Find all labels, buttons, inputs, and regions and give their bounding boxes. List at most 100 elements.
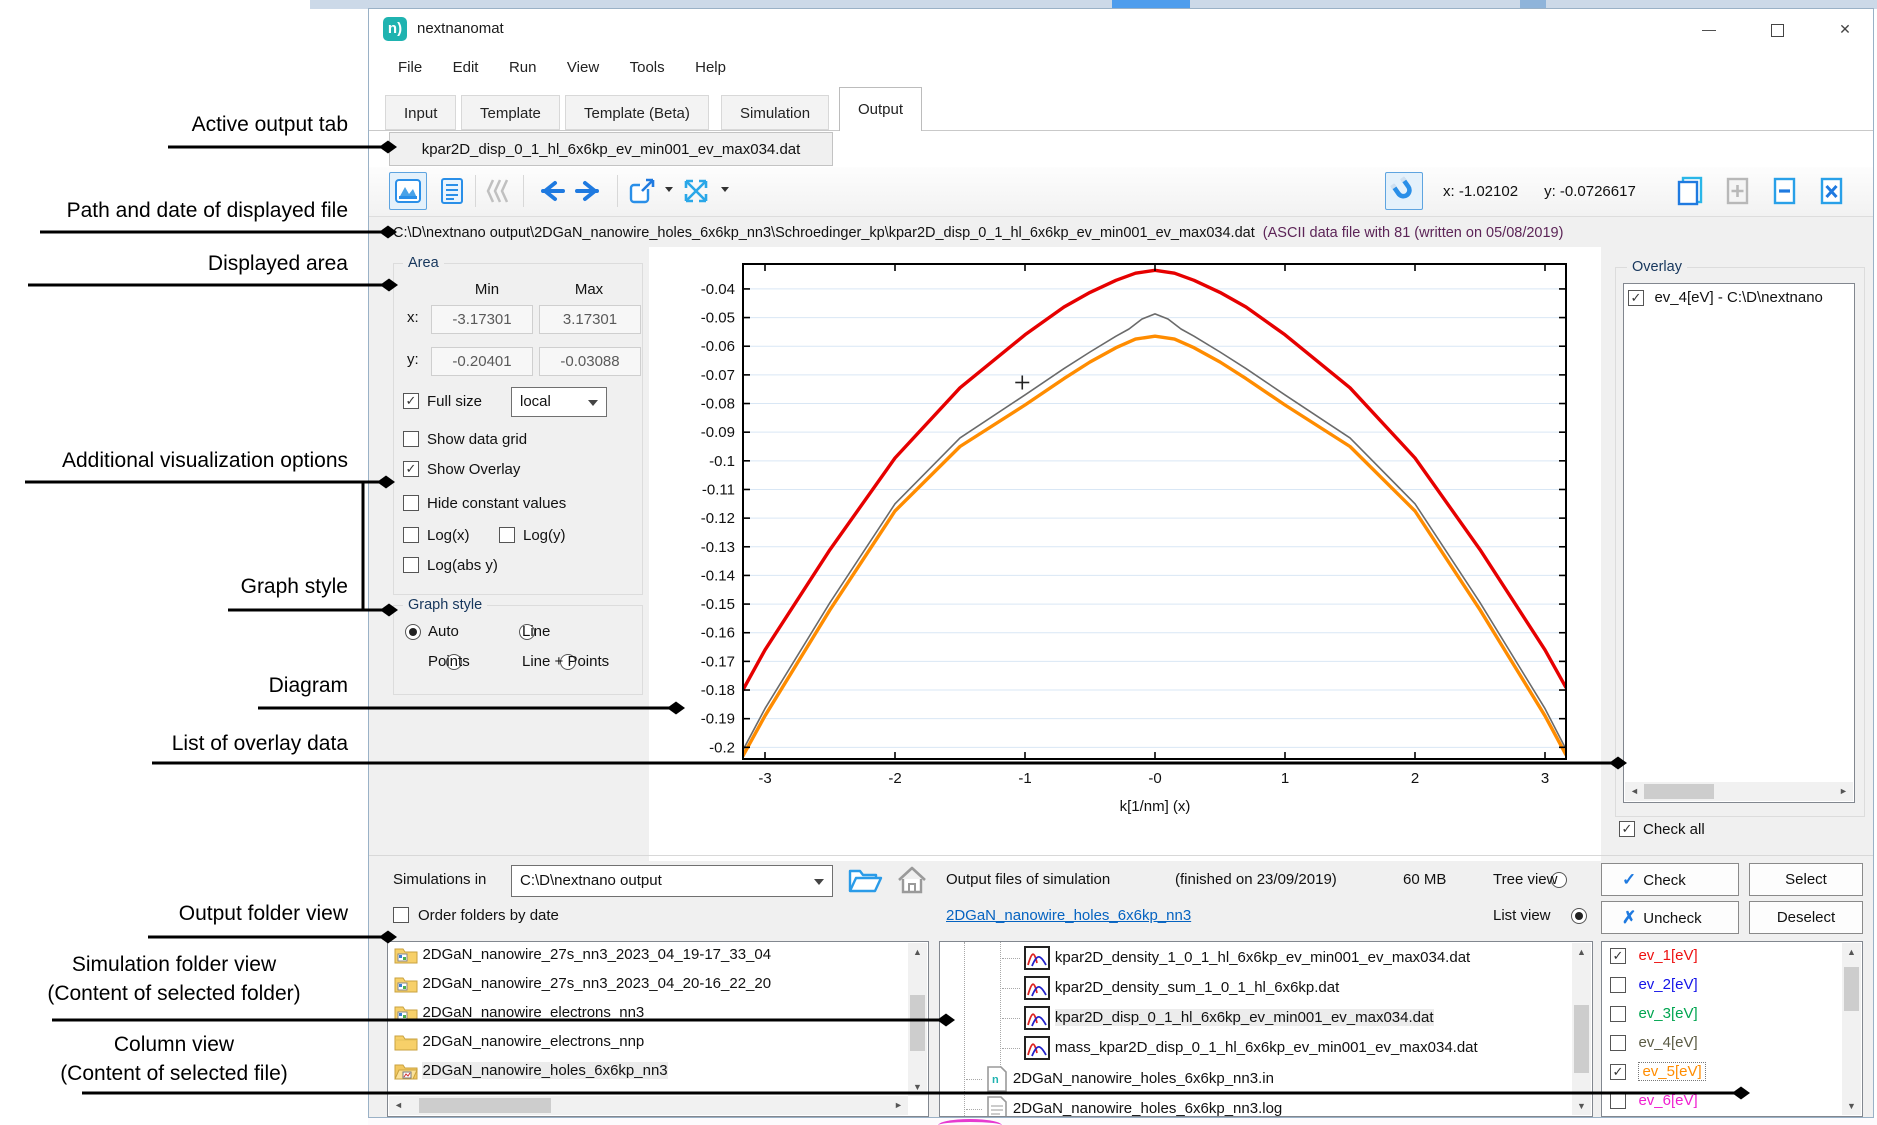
deselect-button[interactable]: Deselect: [1749, 901, 1863, 934]
folder-row[interactable]: 2DGaN_nanowire_27s_nn3_2023_04_20-16_22_…: [394, 974, 771, 1002]
ev-checkbox[interactable]: [1610, 948, 1626, 964]
text-view-button[interactable]: [433, 172, 471, 210]
dispersion-chart[interactable]: -0.04-0.05-0.06-0.07-0.08-0.09-0.1-0.11-…: [649, 247, 1601, 861]
ev-row[interactable]: ev_2[eV]: [1610, 976, 1698, 1002]
menu-tools[interactable]: Tools: [617, 49, 678, 87]
list-view-radio[interactable]: [1571, 908, 1587, 924]
ev-row[interactable]: ev_6[eV]: [1610, 1092, 1698, 1117]
scroll-left-arrow[interactable]: ◄: [1625, 782, 1644, 800]
show-overlay-checkbox[interactable]: [403, 461, 419, 477]
remove-page-button[interactable]: [1765, 172, 1803, 210]
order-folders-checkbox[interactable]: [393, 907, 409, 923]
tab-output[interactable]: Output: [839, 87, 922, 131]
tab-simulation[interactable]: Simulation: [721, 95, 829, 130]
ev-row[interactable]: ev_3[eV]: [1610, 1005, 1698, 1031]
folder-row[interactable]: 2DGaN_nanowire_27s_nn3_2023_04_19-17_33_…: [394, 945, 771, 973]
area-x-max-field[interactable]: 3.17301: [539, 305, 641, 334]
home-button[interactable]: [895, 865, 929, 895]
new-page-button[interactable]: [1671, 172, 1709, 210]
folder-row[interactable]: 2DGaN_nanowire_electrons_nnp: [394, 1032, 644, 1060]
folder-list-hscrollbar[interactable]: ◄ ►: [389, 1096, 908, 1115]
scroll-right-arrow[interactable]: ►: [889, 1096, 908, 1114]
log-y-checkbox[interactable]: [499, 527, 515, 543]
area-x-min-field[interactable]: -3.17301: [431, 305, 533, 334]
menu-edit[interactable]: Edit: [440, 49, 492, 87]
simulation-file-list[interactable]: kpar2D_density_1_0_1_hl_6x6kp_ev_min001_…: [939, 941, 1593, 1117]
check-button[interactable]: ✓Check: [1601, 863, 1739, 896]
full-size-checkbox[interactable]: [403, 393, 419, 409]
export-button[interactable]: [623, 172, 661, 210]
previous-button[interactable]: [529, 172, 567, 210]
scroll-left-arrow[interactable]: ◄: [389, 1096, 408, 1114]
area-y-max-field[interactable]: -0.03088: [539, 347, 641, 376]
graph-view-button[interactable]: [389, 172, 427, 210]
file-list-vscrollbar[interactable]: ▲ ▼: [1572, 943, 1591, 1115]
close-button[interactable]: ✕: [1825, 13, 1865, 45]
tab-input[interactable]: Input: [385, 95, 456, 130]
ev-checkbox[interactable]: [1610, 1006, 1626, 1022]
menu-file[interactable]: File: [385, 49, 435, 87]
show-data-grid-checkbox[interactable]: [403, 431, 419, 447]
maximize-button[interactable]: [1757, 13, 1797, 45]
hide-constant-checkbox[interactable]: [403, 495, 419, 511]
fullscreen-button[interactable]: [677, 172, 715, 210]
folder-row[interactable]: 2DGaN_nanowire_electrons_nn3: [394, 1003, 644, 1031]
menu-view[interactable]: View: [554, 49, 612, 87]
open-folder-button[interactable]: [847, 865, 883, 895]
style-auto-radio[interactable]: [405, 624, 421, 640]
scroll-up-arrow[interactable]: ▲: [1572, 943, 1591, 961]
scroll-down-arrow[interactable]: ▼: [908, 1078, 927, 1096]
simulation-link[interactable]: 2DGaN_nanowire_holes_6x6kp_nn3: [946, 907, 1191, 924]
scroll-up-arrow[interactable]: ▲: [908, 943, 927, 961]
scale-select[interactable]: local: [511, 387, 607, 417]
overlay-list-item[interactable]: ev_4[eV] - C:\D\nextnano: [1628, 289, 1823, 307]
column-list-vscrollbar[interactable]: ▲ ▼: [1842, 943, 1861, 1115]
file-row[interactable]: mass_kpar2D_disp_0_1_hl_6x6kp_ev_min001_…: [1002, 1036, 1478, 1064]
scrollbar-thumb[interactable]: [1844, 967, 1859, 1011]
ev-checkbox[interactable]: [1610, 1035, 1626, 1051]
overlay-horizontal-scrollbar[interactable]: ◄ ►: [1625, 782, 1853, 801]
area-y-min-field[interactable]: -0.20401: [431, 347, 533, 376]
log-x-checkbox[interactable]: [403, 527, 419, 543]
column-list[interactable]: ev_1[eV] ev_2[eV] ev_3[eV] ev_4[eV] ev_5…: [1601, 941, 1863, 1117]
check-all-checkbox[interactable]: [1619, 821, 1635, 837]
minimize-button[interactable]: —: [1689, 13, 1729, 45]
pages-button[interactable]: [481, 172, 519, 210]
scrollbar-thumb[interactable]: [419, 1098, 551, 1113]
output-folder-list[interactable]: 2DGaN_nanowire_27s_nn3_2023_04_19-17_33_…: [387, 941, 929, 1117]
scroll-down-arrow[interactable]: ▼: [1842, 1097, 1861, 1115]
file-row[interactable]: kpar2D_density_sum_1_0_1_hl_6x6kp.dat: [1002, 976, 1339, 1004]
export-dropdown-caret[interactable]: [665, 187, 673, 192]
select-button[interactable]: Select: [1749, 863, 1863, 896]
menu-run[interactable]: Run: [496, 49, 550, 87]
title-bar[interactable]: n) nextnanomat — ✕: [369, 9, 1873, 49]
scrollbar-thumb[interactable]: [910, 995, 925, 1051]
tab-template-beta[interactable]: Template (Beta): [565, 95, 709, 130]
ev-checkbox[interactable]: [1610, 1064, 1626, 1080]
scrollbar-thumb[interactable]: [1574, 1005, 1589, 1073]
overlay-listbox[interactable]: ev_4[eV] - C:\D\nextnano ◄ ►: [1623, 283, 1855, 803]
next-button[interactable]: [573, 172, 611, 210]
file-row-selected[interactable]: kpar2D_disp_0_1_hl_6x6kp_ev_min001_ev_ma…: [1002, 1006, 1434, 1034]
scroll-up-arrow[interactable]: ▲: [1842, 943, 1861, 961]
file-row[interactable]: n 2DGaN_nanowire_holes_6x6kp_nn3.in: [966, 1066, 1274, 1094]
close-page-button[interactable]: [1812, 172, 1850, 210]
scroll-down-arrow[interactable]: ▼: [1572, 1097, 1591, 1115]
file-row[interactable]: kpar2D_density_1_0_1_hl_6x6kp_ev_min001_…: [1002, 946, 1470, 974]
overlay-item-checkbox[interactable]: [1628, 290, 1644, 306]
ev-row[interactable]: ev_1[eV]: [1610, 947, 1698, 973]
ev-checkbox[interactable]: [1610, 1093, 1626, 1109]
add-page-button[interactable]: [1718, 172, 1756, 210]
file-tab[interactable]: kpar2D_disp_0_1_hl_6x6kp_ev_min001_ev_ma…: [389, 132, 833, 166]
file-row[interactable]: 2DGaN_nanowire_holes_6x6kp_nn3.log: [966, 1096, 1282, 1117]
uncheck-button[interactable]: ✗Uncheck: [1601, 901, 1739, 934]
scroll-right-arrow[interactable]: ►: [1834, 782, 1853, 800]
tab-template[interactable]: Template: [461, 95, 560, 130]
fullscreen-dropdown-caret[interactable]: [721, 187, 729, 192]
ev-row[interactable]: ev_4[eV]: [1610, 1034, 1698, 1060]
folder-row-selected[interactable]: 2DGaN_nanowire_holes_6x6kp_nn3: [394, 1061, 668, 1089]
scrollbar-thumb[interactable]: [1644, 784, 1714, 799]
snap-cursor-button[interactable]: [1385, 172, 1423, 210]
ev-row-focused[interactable]: ev_5[eV]: [1610, 1063, 1706, 1089]
log-abs-y-checkbox[interactable]: [403, 557, 419, 573]
